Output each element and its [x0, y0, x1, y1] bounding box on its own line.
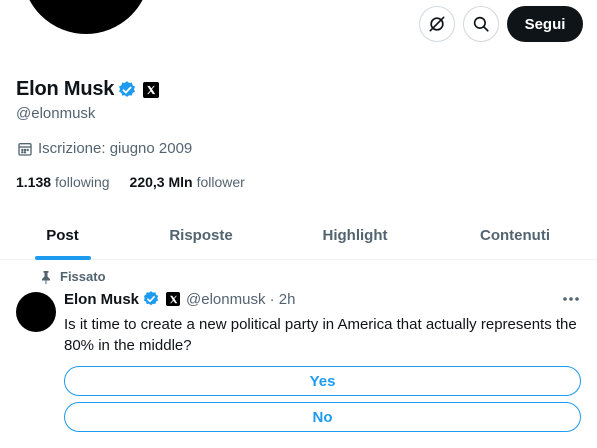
profile-name: Elon Musk [16, 78, 115, 100]
join-date-text: Iscrizione: giugno 2009 [38, 140, 193, 157]
followers-label: follower [196, 174, 245, 190]
profile-name-row: Elon Musk [16, 78, 160, 101]
profile-avatar[interactable] [18, 0, 154, 38]
tweet-text: Is it time to create a new political par… [64, 316, 577, 354]
following-link[interactable]: 1.138 following [16, 174, 110, 190]
active-tab-indicator [34, 256, 91, 260]
search-button[interactable] [463, 6, 499, 42]
follow-button[interactable]: Segui [507, 6, 583, 42]
followers-count: 220,3 Mln [129, 174, 193, 190]
verified-badge-icon[interactable] [117, 80, 137, 100]
profile-stats: 1.138 following 220,3 Mln follower [16, 174, 245, 190]
poll-option-no[interactable]: No [64, 402, 581, 432]
followers-link[interactable]: 220,3 Mln follower [130, 174, 245, 190]
tweet-author-name[interactable]: Elon Musk [64, 291, 139, 308]
tab-highlight[interactable]: Highlight [277, 210, 433, 260]
tab-risposte-label: Risposte [169, 226, 233, 244]
following-label: following [55, 174, 110, 190]
grok-button[interactable] [419, 6, 455, 42]
tab-contenuti-label: Contenuti [480, 226, 550, 244]
tweet-avatar[interactable] [16, 292, 56, 332]
x-affiliation-icon[interactable] [143, 81, 160, 98]
pinned-label: Fissato [60, 269, 106, 284]
tab-highlight-label: Highlight [322, 226, 388, 244]
tab-post-label: Post [46, 226, 79, 244]
pin-icon [42, 270, 50, 284]
grok-icon [429, 16, 445, 32]
following-count: 1.138 [16, 174, 52, 190]
verified-badge-icon[interactable] [142, 290, 160, 308]
tab-contenuti[interactable]: Contenuti [433, 210, 597, 260]
more-icon[interactable] [562, 296, 580, 302]
pinned-indicator: Fissato [40, 269, 106, 284]
search-icon [473, 16, 489, 32]
tweet-meta: @elonmusk · 2h [186, 290, 296, 308]
tweet-header: Elon Musk @elonmusk · 2h [64, 290, 295, 308]
tab-post[interactable]: Post [0, 210, 125, 260]
poll-option-yes[interactable]: Yes [64, 366, 581, 396]
join-date: Iscrizione: giugno 2009 [17, 140, 192, 157]
tab-risposte[interactable]: Risposte [125, 210, 277, 260]
x-affiliation-icon[interactable] [166, 292, 181, 306]
profile-handle: @elonmusk [16, 105, 96, 122]
calendar-icon [18, 142, 32, 156]
profile-tabs: Post Risposte Highlight Contenuti [0, 210, 597, 260]
